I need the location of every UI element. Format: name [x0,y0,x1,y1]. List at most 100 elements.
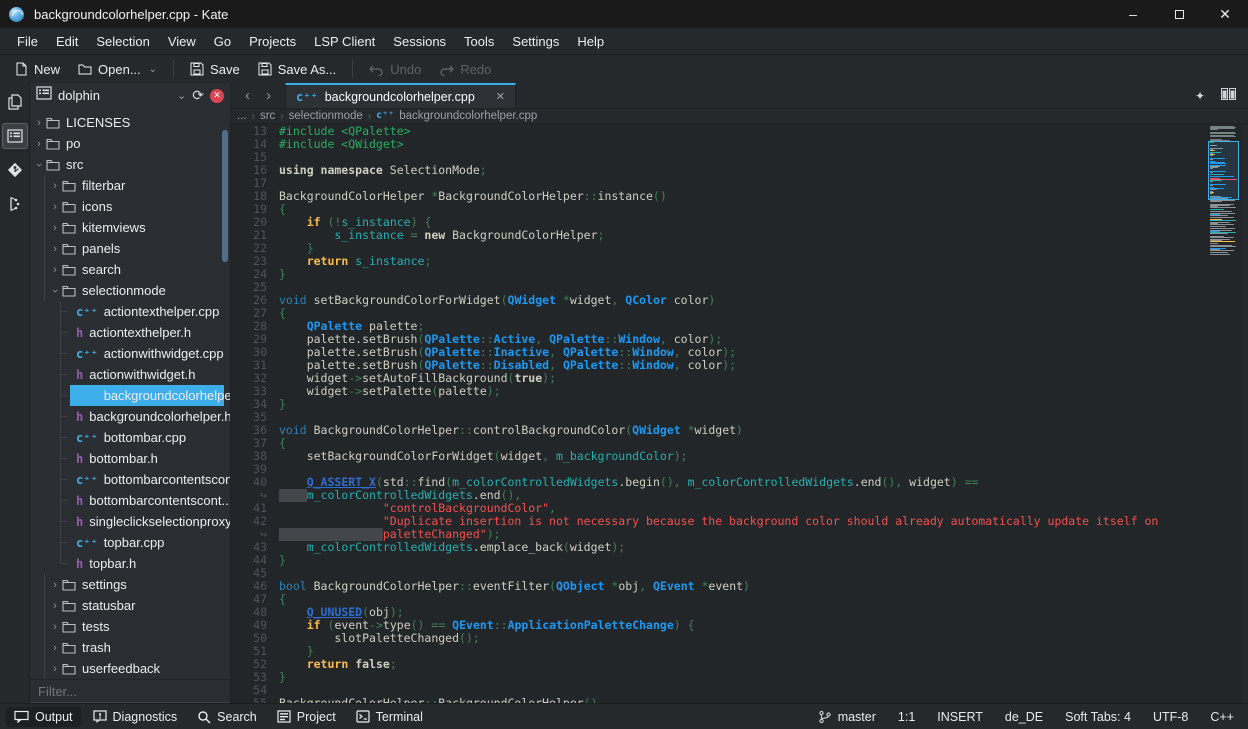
close-button[interactable]: ✕ [1202,0,1248,28]
tree-folder-filterbar[interactable]: ›filterbar [30,175,230,196]
encoding-status[interactable]: UTF-8 [1153,710,1188,724]
split-view-icon[interactable] [1221,87,1236,105]
toolview-symbols-button[interactable] [2,191,28,217]
tree-file-bottombar-h[interactable]: hbottombar.h [30,448,230,469]
tree-file-singleclickselectionproxy-[interactable]: hsingleclickselectionproxy... [30,511,230,532]
chevron-expanded-icon[interactable]: › [33,160,45,170]
tree-folder-settings[interactable]: ›settings [30,574,230,595]
new-icon [14,62,28,76]
minimap-viewport[interactable] [1208,141,1239,200]
code-text: widget->setAutoFillBackground(true); [277,372,1208,385]
caret-down-icon[interactable]: ⌄ [177,89,186,102]
minimap-scrollbar[interactable] [1208,124,1240,703]
tree-file-backgroundcolorhelper-c-[interactable]: c⁺⁺backgroundcolorhelper.c... [30,385,230,406]
highlighting-mode-status[interactable]: C++ [1210,710,1234,724]
search-toolview-button[interactable]: Search [189,707,265,727]
tree-folder-icons[interactable]: ›icons [30,196,230,217]
tree-file-actionwithwidget-h[interactable]: hactionwithwidget.h [30,364,230,385]
minimize-button[interactable]: – [1110,0,1156,28]
breadcrumb-item-[interactable]: ... [237,110,247,122]
menu-item-view[interactable]: View [159,30,205,53]
refresh-icon[interactable]: ⟳ [192,87,204,104]
chevron-collapsed-icon[interactable]: › [50,642,60,654]
toolview-documents-button[interactable] [2,89,28,115]
tree-file-topbar-h[interactable]: htopbar.h [30,553,230,574]
new-button[interactable]: New [6,59,68,80]
menu-item-projects[interactable]: Projects [240,30,305,53]
tree-file-actiontexthelper-cpp[interactable]: c⁺⁺actiontexthelper.cpp [30,301,230,322]
filter-input[interactable] [30,680,230,703]
menu-item-sessions[interactable]: Sessions [384,30,455,53]
tab-width-status[interactable]: Soft Tabs: 4 [1065,710,1131,724]
output-toolview-button[interactable]: Output [6,707,81,727]
chevron-collapsed-icon[interactable]: › [34,117,44,129]
tree-folder-LICENSES[interactable]: ›LICENSES [30,112,230,133]
project-selector[interactable]: dolphin [58,88,100,103]
tree-folder-trash[interactable]: ›trash [30,637,230,658]
git-branch-status[interactable]: master [818,710,876,724]
menu-item-edit[interactable]: Edit [47,30,87,53]
input-mode-status[interactable]: INSERT [937,710,983,724]
tree-folder-selectionmode[interactable]: ›selectionmode [30,280,230,301]
close-project-icon[interactable]: ✕ [210,89,224,103]
terminal-toolview-button[interactable]: Terminal [348,707,431,727]
git-icon [7,162,23,178]
chevron-right-icon[interactable]: › [266,87,271,104]
menu-item-tools[interactable]: Tools [455,30,503,53]
toolview-projects-button[interactable] [2,123,28,149]
chevron-collapsed-icon[interactable]: › [50,264,60,276]
breadcrumb-item-selectionmode[interactable]: selectionmode [289,110,363,122]
tree-folder-panels[interactable]: ›panels [30,238,230,259]
breadcrumb-file[interactable]: backgroundcolorhelper.cpp [399,110,537,122]
saveas-button[interactable]: Save As... [250,59,345,80]
menu-item-file[interactable]: File [8,30,47,53]
menu-item-help[interactable]: Help [568,30,613,53]
cursor-position-status[interactable]: 1:1 [898,710,915,724]
chevron-collapsed-icon[interactable]: › [50,579,60,591]
menu-item-go[interactable]: Go [205,30,240,53]
caret-down-icon[interactable]: ⌄ [149,64,157,75]
maximize-button[interactable] [1156,0,1202,28]
menu-item-settings[interactable]: Settings [503,30,568,53]
tree-file-actionwithwidget-cpp[interactable]: c⁺⁺actionwithwidget.cpp [30,343,230,364]
breadcrumb-item-src[interactable]: src [260,110,275,122]
chevron-collapsed-icon[interactable]: › [50,621,60,633]
tree-folder-userfeedback[interactable]: ›userfeedback [30,658,230,679]
tree-folder-kitemviews[interactable]: ›kitemviews [30,217,230,238]
tree-folder-tests[interactable]: ›tests [30,616,230,637]
tree-file-bottombarcontentscont-[interactable]: hbottombarcontentscont... [30,490,230,511]
diagnostics-toolview-button[interactable]: Diagnostics [85,707,186,727]
tree-item-label: backgroundcolorhelper.h [89,409,230,424]
menu-item-lsp-client[interactable]: LSP Client [305,30,384,53]
chevron-collapsed-icon[interactable]: › [50,180,60,192]
dictionary-status[interactable]: de_DE [1005,710,1043,724]
tree-folder-search[interactable]: ›search [30,259,230,280]
code-text: slotPaletteChanged(); [277,632,1208,645]
chevron-collapsed-icon[interactable]: › [50,201,60,213]
chevron-collapsed-icon[interactable]: › [50,663,60,675]
tree-folder-statusbar[interactable]: ›statusbar [30,595,230,616]
chevron-collapsed-icon[interactable]: › [50,222,60,234]
chevron-collapsed-icon[interactable]: › [50,243,60,255]
tree-file-bottombar-cpp[interactable]: c⁺⁺bottombar.cpp [30,427,230,448]
menu-item-selection[interactable]: Selection [87,30,158,53]
chevron-expanded-icon[interactable]: › [49,286,61,296]
tree-file-actiontexthelper-h[interactable]: hactiontexthelper.h [30,322,230,343]
toolview-git-button[interactable] [2,157,28,183]
save-button[interactable]: Save [182,59,248,80]
open-button[interactable]: Open...⌄ [70,59,165,80]
tree-file-topbar-cpp[interactable]: c⁺⁺topbar.cpp [30,532,230,553]
editor-view[interactable]: 13#include <QPalette>14#include <QWidget… [231,124,1248,703]
tree-file-backgroundcolorhelper-h[interactable]: h backgroundcolorhelper.h [30,406,230,427]
tree-file-bottombarcontentscont-[interactable]: c⁺⁺bottombarcontentscont... [30,469,230,490]
chevron-collapsed-icon[interactable]: › [50,600,60,612]
h-file-icon: h [76,411,83,423]
project-toolview-button[interactable]: Project [269,707,344,727]
chevron-collapsed-icon[interactable]: › [34,138,44,150]
chevron-left-icon[interactable]: ‹ [245,87,250,104]
tab-backgroundcolorhelper[interactable]: c⁺⁺ backgroundcolorhelper.cpp ✕ [285,83,516,108]
tree-folder-src[interactable]: ›src [30,154,230,175]
quick-open-icon[interactable]: ✦ [1195,89,1205,103]
tree-folder-po[interactable]: ›po [30,133,230,154]
tab-close-icon[interactable]: ✕ [496,90,505,103]
